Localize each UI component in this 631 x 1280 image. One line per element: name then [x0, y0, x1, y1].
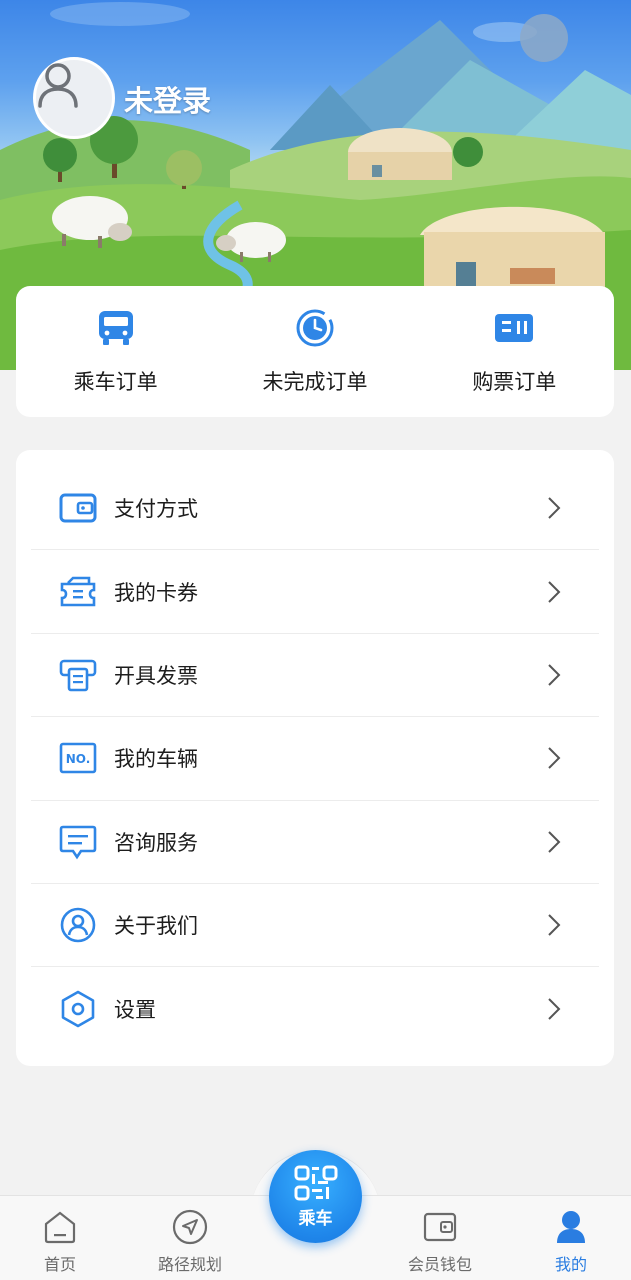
menu-item-label: 设置	[114, 998, 156, 1023]
plate-icon: NO.	[59, 743, 97, 774]
ride-orders-label: 乘车订单	[73, 369, 158, 394]
menu-item-vehicles[interactable]: NO. 我的车辆	[31, 717, 599, 801]
home-icon	[44, 1211, 76, 1244]
tab-label: 会员钱包	[407, 1255, 472, 1274]
user-circle-icon	[60, 907, 96, 943]
avatar[interactable]	[33, 57, 115, 139]
menu-item-invoice[interactable]: 开具发票	[31, 634, 599, 718]
chat-icon	[59, 825, 97, 860]
invoice-icon	[59, 659, 97, 692]
tab-home[interactable]: 首页	[0, 1196, 120, 1280]
ticket-orders-button[interactable]: 购票订单	[419, 308, 609, 396]
qr-code-icon	[294, 1165, 337, 1200]
incomplete-orders-button[interactable]: 未完成订单	[220, 308, 410, 396]
ride-button-label: 乘车	[298, 1208, 333, 1229]
chevron-right-icon	[548, 831, 561, 853]
menu-item-label: 咨询服务	[114, 830, 198, 855]
menu-item-about[interactable]: 关于我们	[31, 884, 599, 968]
ride-orders-button[interactable]: 乘车订单	[21, 308, 211, 396]
tab-my[interactable]: 我的	[511, 1196, 631, 1280]
ticket-icon	[495, 313, 534, 342]
menu-item-settings[interactable]: 设置	[31, 967, 599, 1050]
menu-item-label: 我的车辆	[114, 747, 198, 772]
tab-label: 我的	[554, 1255, 587, 1274]
menu-item-label: 关于我们	[114, 914, 198, 939]
coupon-icon	[60, 576, 96, 606]
menu-item-consult[interactable]: 咨询服务	[31, 801, 599, 884]
login-status[interactable]: 未登录	[124, 78, 211, 120]
tab-label: 首页	[43, 1255, 76, 1274]
menu-item-payment[interactable]: 支付方式	[31, 467, 599, 551]
bus-icon	[98, 310, 133, 345]
menu-item-label: 我的卡券	[114, 580, 198, 605]
user-placeholder-icon	[38, 63, 78, 108]
navigate-icon	[172, 1209, 208, 1245]
plate-icon-text: NO.	[66, 752, 91, 766]
wallet-icon	[59, 493, 97, 523]
chevron-right-icon	[548, 497, 561, 519]
incomplete-orders-label: 未完成订单	[262, 369, 368, 394]
settings-menu: 支付方式 我的卡券 开具发票 NO. 我的车辆 咨询服务 关于我们 设置	[16, 450, 614, 1066]
tab-route-planning[interactable]: 路径规划	[130, 1196, 250, 1280]
menu-item-label: 开具发票	[114, 663, 198, 688]
ride-qr-button[interactable]: 乘车	[269, 1150, 362, 1243]
tab-label: 路径规划	[157, 1255, 222, 1274]
menu-item-coupons[interactable]: 我的卡券	[31, 550, 599, 634]
chevron-right-icon	[548, 747, 561, 770]
chevron-right-icon	[548, 664, 561, 686]
tab-member-wallet[interactable]: 会员钱包	[380, 1196, 500, 1280]
clock-icon	[296, 309, 334, 346]
chevron-right-icon	[548, 998, 561, 1020]
wallet-icon	[423, 1212, 457, 1242]
menu-item-label: 支付方式	[114, 497, 198, 522]
chevron-right-icon	[548, 914, 561, 936]
profile-icon	[557, 1211, 585, 1243]
chevron-right-icon	[548, 580, 561, 603]
ticket-orders-label: 购票订单	[472, 369, 557, 394]
settings-icon	[61, 990, 95, 1028]
orders-card: 乘车订单 未完成订单 购票订单	[16, 286, 614, 417]
